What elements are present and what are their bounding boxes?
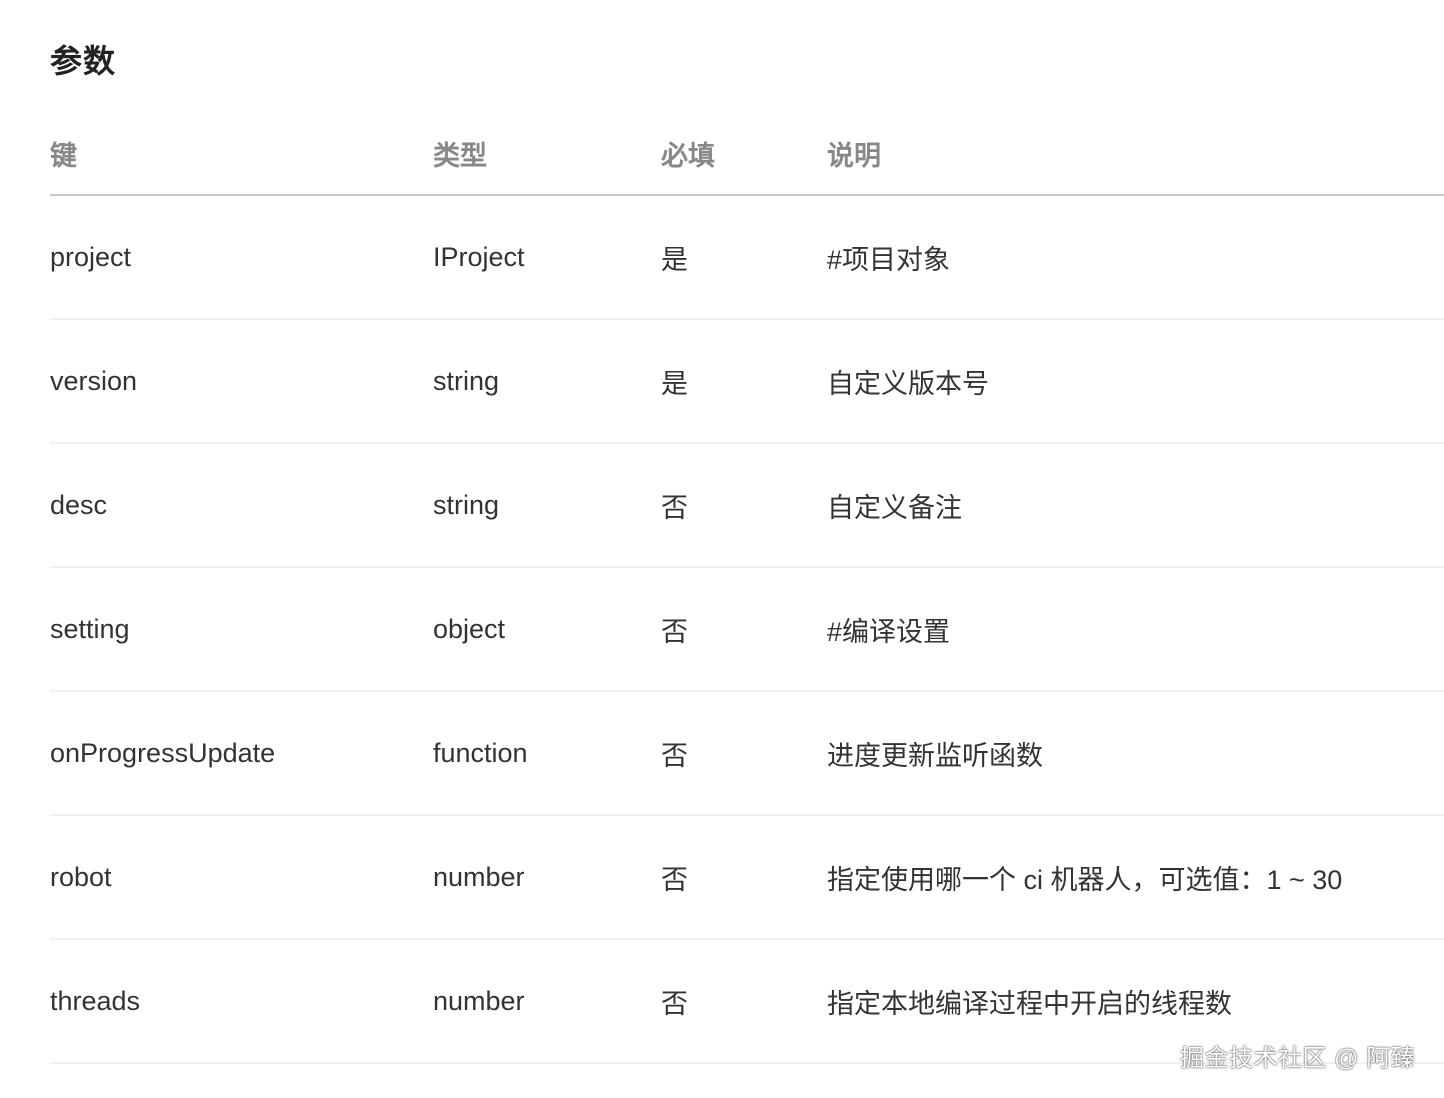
table-row: version string 是 自定义版本号 [50, 320, 1444, 444]
param-type: number [433, 861, 525, 892]
param-required: 否 [661, 492, 688, 523]
param-required: 是 [661, 368, 688, 399]
watermark: 掘金技术社区 @ 阿臻 [1180, 1045, 1416, 1072]
param-required: 否 [661, 616, 688, 647]
param-key: threads [50, 985, 141, 1016]
param-key: onProgressUpdate [50, 737, 276, 768]
table-row: onProgressUpdate function 否 进度更新监听函数 [50, 692, 1444, 816]
param-type: string [433, 365, 500, 396]
param-type: string [433, 489, 500, 520]
header-key: 键 [50, 140, 77, 171]
param-key: version [50, 365, 138, 396]
param-required: 否 [661, 988, 688, 1019]
param-key: setting [50, 613, 130, 644]
param-required: 否 [661, 740, 688, 771]
param-key: project [50, 241, 132, 272]
param-description: #项目对象 [827, 244, 951, 275]
header-description: 说明 [827, 140, 881, 171]
param-description: 进度更新监听函数 [827, 740, 1043, 771]
param-required: 是 [661, 244, 688, 275]
param-description: #编译设置 [827, 616, 951, 647]
param-key: robot [50, 861, 112, 892]
params-table: 键 类型 必填 说明 project IProject 是 #项目对象 vers… [50, 112, 1444, 1064]
table-row: setting object 否 #编译设置 [50, 568, 1444, 692]
table-row: robot number 否 指定使用哪一个 ci 机器人，可选值：1 ~ 30 [50, 816, 1444, 940]
section-title: 参数 [50, 43, 117, 79]
param-description: 指定使用哪一个 ci 机器人，可选值：1 ~ 30 [827, 864, 1343, 895]
table-row: desc string 否 自定义备注 [50, 444, 1444, 568]
param-type: IProject [433, 241, 525, 272]
param-description: 指定本地编译过程中开启的线程数 [827, 988, 1232, 1019]
param-key: desc [50, 489, 108, 520]
param-type: function [433, 737, 528, 768]
param-description: 自定义版本号 [827, 368, 989, 399]
header-required: 必填 [661, 140, 715, 171]
param-type: object [433, 613, 506, 644]
param-type: number [433, 985, 525, 1016]
header-type: 类型 [433, 140, 487, 171]
table-header-row: 键 类型 必填 说明 [50, 112, 1444, 196]
param-description: 自定义备注 [827, 492, 962, 523]
param-required: 否 [661, 864, 688, 895]
table-row: project IProject 是 #项目对象 [50, 196, 1444, 320]
